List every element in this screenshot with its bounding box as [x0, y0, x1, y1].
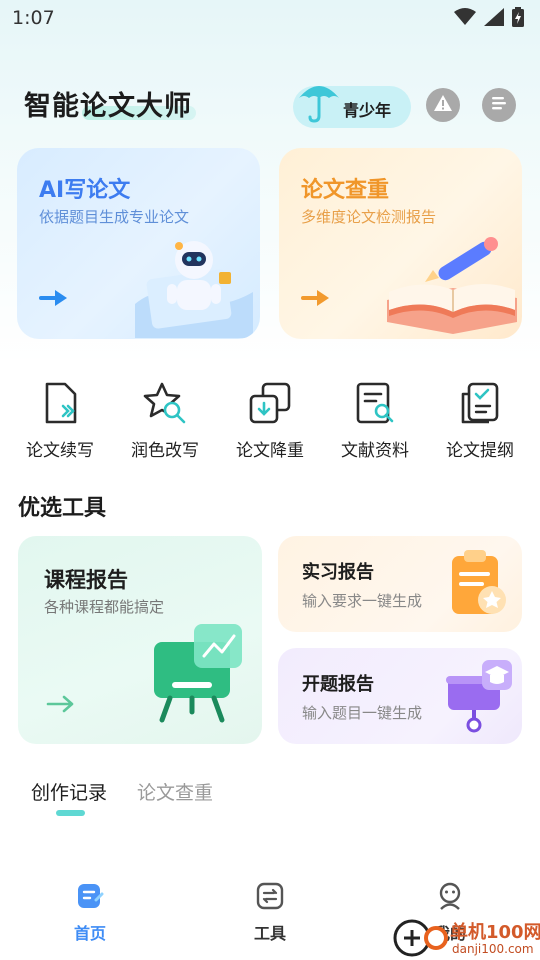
umbrella-icon: [297, 78, 341, 128]
tab-plagiarism-records[interactable]: 论文查重: [137, 778, 213, 805]
presentation-board-icon: [150, 622, 250, 730]
arrow-right-icon: [301, 288, 331, 312]
home-icon: [76, 882, 104, 914]
quick-tools: 论文续写 润色改写 论文降重 文献资料 论文提纲: [8, 380, 532, 461]
teen-mode-button[interactable]: 青少年: [293, 86, 411, 128]
internship-report-subtitle: 输入要求一键生成: [302, 592, 423, 610]
tool-label: 论文降重: [236, 441, 304, 461]
nav-label: 工具: [253, 924, 286, 943]
tool-label: 润色改写: [131, 441, 199, 461]
proposal-report-card[interactable]: 开题报告 输入题目一键生成: [278, 648, 522, 744]
tool-label: 文献资料: [341, 441, 409, 461]
outline-checklist-icon: [457, 380, 503, 426]
tools-icon: [256, 882, 284, 914]
course-report-subtitle: 各种课程都能搞定: [44, 598, 165, 616]
plagiarism-check-card[interactable]: 论文查重 多维度论文检测报告: [279, 148, 522, 339]
menu-button[interactable]: [482, 88, 516, 122]
nav-home[interactable]: 首页: [50, 882, 130, 944]
robot-illustration-icon: [129, 234, 259, 339]
profile-icon: [436, 882, 464, 914]
header: 智能论文大师 青少年: [0, 80, 540, 136]
tool-literature[interactable]: 文献资料: [323, 380, 427, 461]
arrow-right-icon: [46, 694, 76, 718]
plagiarism-check-subtitle: 多维度论文检测报告: [301, 208, 437, 226]
tool-label: 论文提纲: [446, 441, 514, 461]
book-pencil-illustration-icon: [383, 234, 521, 339]
wifi-icon: [454, 8, 476, 30]
section-title: 优选工具: [18, 496, 107, 521]
nav-tools[interactable]: 工具: [230, 882, 310, 944]
plagiarism-check-title: 论文查重: [301, 178, 390, 203]
tab-creation-records[interactable]: 创作记录: [31, 778, 107, 805]
nav-label: 首页: [73, 924, 106, 943]
tool-continue-writing[interactable]: 论文续写: [8, 380, 112, 461]
proposal-report-subtitle: 输入题目一键生成: [302, 704, 423, 722]
app-title: 智能论文大师: [24, 91, 192, 122]
status-time: 1:07: [12, 7, 55, 29]
active-tab-indicator: [56, 810, 85, 816]
tool-label: 论文续写: [26, 441, 94, 461]
document-continue-icon: [37, 380, 83, 426]
ai-write-subtitle: 依据题目生成专业论文: [39, 208, 190, 226]
status-bar: 1:07: [0, 0, 540, 36]
menu-icon: [490, 94, 508, 116]
ai-write-title: AI写论文: [39, 178, 131, 203]
proposal-report-title: 开题报告: [302, 674, 374, 695]
signal-icon: [484, 8, 504, 30]
tool-polish-rewrite[interactable]: 润色改写: [113, 380, 217, 461]
clipboard-star-icon: [448, 548, 510, 624]
tool-outline[interactable]: 论文提纲: [428, 380, 532, 461]
watermark-plus-icon: [392, 918, 450, 960]
ai-write-card[interactable]: AI写论文 依据题目生成专业论文: [17, 148, 260, 339]
course-report-title: 课程报告: [44, 568, 128, 592]
internship-report-title: 实习报告: [302, 562, 374, 583]
tool-reduce-duplicate[interactable]: 论文降重: [218, 380, 322, 461]
course-report-card[interactable]: 课程报告 各种课程都能搞定: [18, 536, 262, 744]
watermark-logo: 单机100网 danji100.com: [392, 916, 540, 960]
watermark-domain: danji100.com: [452, 942, 534, 956]
watermark-text: 单机100网: [450, 922, 540, 943]
alert-button[interactable]: [426, 88, 460, 122]
record-tabs: 创作记录 论文查重: [31, 778, 213, 805]
internship-report-card[interactable]: 实习报告 输入要求一键生成: [278, 536, 522, 632]
literature-search-icon: [352, 380, 398, 426]
teen-mode-label: 青少年: [343, 101, 392, 120]
polish-star-icon: [142, 380, 188, 426]
arrow-right-icon: [39, 288, 69, 312]
battery-icon: [512, 7, 524, 31]
alert-icon: [433, 93, 453, 117]
reduce-duplicate-icon: [247, 380, 293, 426]
status-icons: [454, 7, 524, 31]
graduation-board-icon: [444, 658, 514, 738]
